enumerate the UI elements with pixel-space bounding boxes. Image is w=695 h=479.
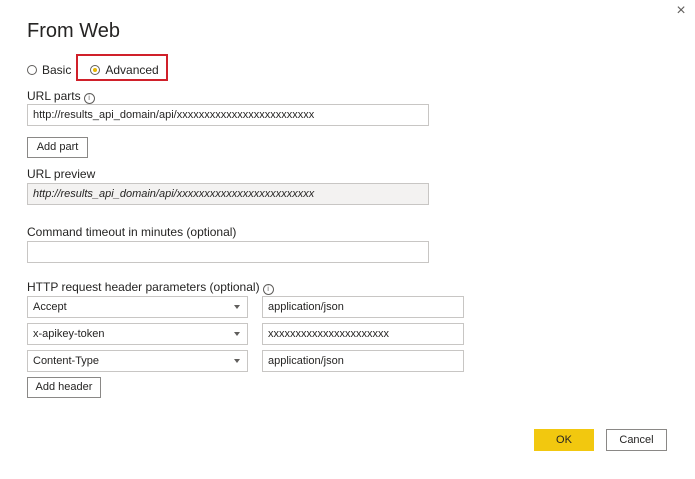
close-icon[interactable]: × bbox=[673, 3, 689, 19]
header-value-input-accept[interactable]: application/json bbox=[262, 296, 464, 318]
header-name-select-content-type[interactable]: Content-Type bbox=[27, 350, 248, 372]
chevron-down-icon bbox=[234, 305, 240, 309]
chevron-down-icon bbox=[234, 332, 240, 336]
url-parts-label-text: URL parts bbox=[27, 89, 81, 103]
cancel-button[interactable]: Cancel bbox=[606, 429, 667, 451]
basic-radio-circle[interactable] bbox=[27, 65, 37, 75]
header-value-input-apikey[interactable]: xxxxxxxxxxxxxxxxxxxxxx bbox=[262, 323, 464, 345]
header-name-value: Accept bbox=[33, 301, 67, 313]
timeout-label: Command timeout in minutes (optional) bbox=[27, 225, 237, 239]
header-name-select-accept[interactable]: Accept bbox=[27, 296, 248, 318]
timeout-input[interactable] bbox=[27, 241, 429, 263]
info-icon: i bbox=[83, 93, 95, 104]
header-name-value: x-apikey-token bbox=[33, 328, 105, 340]
url-part-input[interactable]: http://results_api_domain/api/xxxxxxxxxx… bbox=[27, 104, 429, 126]
basic-radio[interactable]: Basic bbox=[27, 63, 71, 77]
headers-label-text: HTTP request header parameters (optional… bbox=[27, 280, 260, 294]
url-parts-label: URL parts i bbox=[27, 89, 95, 104]
header-name-value: Content-Type bbox=[33, 355, 100, 367]
basic-radio-label: Basic bbox=[42, 63, 72, 77]
url-preview-field: http://results_api_domain/api/xxxxxxxxxx… bbox=[27, 183, 429, 205]
advanced-highlight-box bbox=[76, 54, 168, 81]
headers-label: HTTP request header parameters (optional… bbox=[27, 280, 274, 295]
add-header-button[interactable]: Add header bbox=[27, 377, 101, 398]
header-value-input-content-type[interactable]: application/json bbox=[262, 350, 464, 372]
ok-button[interactable]: OK bbox=[534, 429, 594, 451]
info-icon: i bbox=[262, 284, 274, 295]
dialog-title: From Web bbox=[27, 20, 120, 42]
chevron-down-icon bbox=[234, 359, 240, 363]
add-part-button[interactable]: Add part bbox=[27, 137, 88, 158]
url-preview-label: URL preview bbox=[27, 167, 96, 181]
header-name-select-apikey[interactable]: x-apikey-token bbox=[27, 323, 248, 345]
